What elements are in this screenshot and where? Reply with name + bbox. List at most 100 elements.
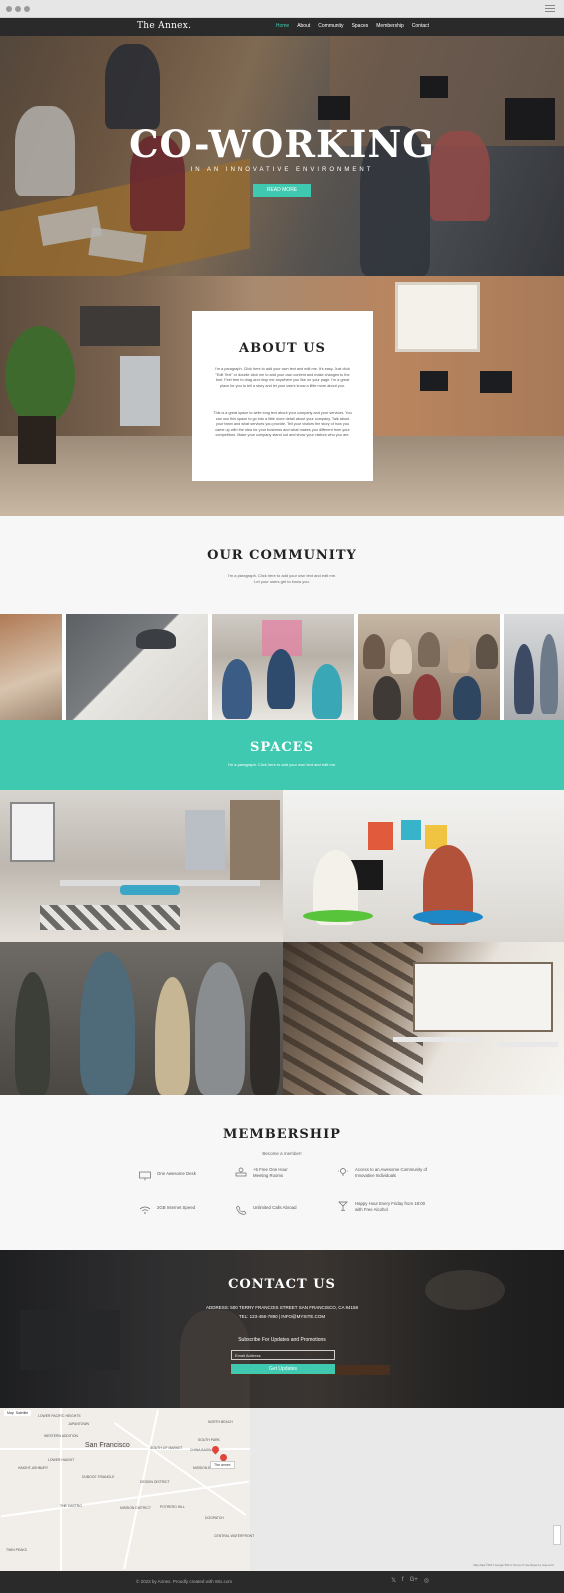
- email-input[interactable]: [231, 1350, 335, 1360]
- feature-text: +5 Free One Hour Meeting Rooms: [253, 1167, 288, 1178]
- map-label: TWIN PEAKS: [6, 1548, 27, 1552]
- spaces-image-open-office[interactable]: [0, 790, 283, 942]
- gallery-image[interactable]: [212, 614, 354, 720]
- about-section: ABOUT US I'm a paragraph. Click here to …: [0, 276, 564, 516]
- membership-feature: Unlimited Calls Abroad: [235, 1205, 296, 1215]
- membership-feature: One Awesome Desk: [139, 1171, 196, 1181]
- contact-overlay: [0, 1250, 564, 1408]
- membership-subtitle: Become a member!: [262, 1151, 302, 1156]
- site-logo[interactable]: The Annex.: [137, 21, 191, 31]
- window-dot-icon[interactable]: [24, 6, 30, 12]
- window-dot-icon[interactable]: [15, 6, 21, 12]
- map-city-label: San Francisco: [85, 1442, 130, 1449]
- map-type-control[interactable]: Map Satellite: [4, 1410, 32, 1416]
- map-label: WESTERN ADDITION: [44, 1434, 78, 1438]
- about-photo-plant: [5, 326, 75, 426]
- map-label: SOUTH PARK: [198, 1438, 220, 1442]
- about-title: ABOUT US: [239, 341, 326, 356]
- map-pin-icon[interactable]: [210, 1444, 221, 1455]
- membership-title: MEMBERSHIP: [223, 1127, 341, 1142]
- map-label: NORTH BEACH: [208, 1420, 233, 1424]
- map-road: [60, 1408, 62, 1571]
- about-paragraph-1: I'm a paragraph. Click here to add your …: [215, 367, 350, 388]
- lightbulb-icon: [338, 1168, 348, 1176]
- about-card: ABOUT US I'm a paragraph. Click here to …: [192, 311, 373, 481]
- map-label: LOWER HAIGHT: [48, 1458, 75, 1462]
- map-label: MISSION DISTRICT: [120, 1506, 151, 1510]
- nav-contact[interactable]: Contact: [412, 23, 429, 29]
- nav-membership[interactable]: Membership: [376, 23, 404, 29]
- get-updates-button[interactable]: Get Updates: [231, 1364, 335, 1374]
- map-label: JAPANTOWN: [68, 1422, 89, 1426]
- menu-icon[interactable]: [545, 5, 555, 13]
- site-header: The Annex. Home About Community Spaces M…: [0, 18, 564, 36]
- community-title: OUR COMMUNITY: [207, 548, 357, 563]
- community-text-line-2: Let your users get to know you.: [254, 579, 310, 584]
- nav-spaces[interactable]: Spaces: [352, 23, 369, 29]
- map-type-satellite[interactable]: Satellite: [16, 1411, 28, 1415]
- map-label: CENTRAL WATERFRONT: [214, 1534, 255, 1538]
- membership-feature: +5 Free One Hour Meeting Rooms: [235, 1167, 288, 1179]
- footer-copyright: © 2023 by Annex. Proudly created with Wi…: [136, 1579, 233, 1584]
- gallery-image[interactable]: [504, 614, 564, 720]
- contact-title: CONTACT US: [228, 1277, 336, 1292]
- spaces-grid: [0, 790, 564, 1095]
- spaces-image-loft[interactable]: [283, 942, 564, 1095]
- feature-text: 2GB Internet Speed: [157, 1205, 195, 1210]
- about-photo-pot: [18, 416, 56, 464]
- map-section[interactable]: Map Satellite LOWER PACIFIC HEIGHTS JAPA…: [0, 1408, 564, 1571]
- spaces-image-creative-desk[interactable]: [283, 790, 564, 942]
- map-zoom-control[interactable]: [553, 1525, 561, 1545]
- nav-about[interactable]: About: [297, 23, 310, 29]
- map-road: [1, 1480, 249, 1518]
- about-paragraph-2: This is a great space to write long text…: [213, 411, 352, 438]
- map-label: SOUTH OF MARKET: [150, 1446, 183, 1450]
- browser-chrome: [0, 0, 564, 18]
- map-type-map[interactable]: Map: [7, 1411, 14, 1415]
- community-gallery: [0, 614, 564, 720]
- map-label: CHINA BASIN: [190, 1448, 212, 1452]
- google-plus-icon[interactable]: G+: [410, 1577, 418, 1584]
- page: The Annex. Home About Community Spaces M…: [0, 0, 564, 1593]
- cocktail-icon: [338, 1201, 348, 1211]
- hero-title: CO-WORKING: [129, 122, 435, 166]
- community-text-line-1: I'm a paragraph. Click here to add your …: [227, 573, 337, 578]
- gallery-image[interactable]: [358, 614, 500, 720]
- window-dot-icon[interactable]: [6, 6, 12, 12]
- community-text: I'm a paragraph. Click here to add your …: [182, 573, 382, 585]
- map-place-tag[interactable]: The annex: [210, 1461, 235, 1469]
- map-label: DOGPATCH: [205, 1516, 224, 1520]
- map-label: THE CASTRO: [60, 1504, 82, 1508]
- instagram-icon[interactable]: ◎: [424, 1577, 429, 1584]
- social-links: 𝕏 f G+ ◎: [391, 1577, 429, 1584]
- twitter-icon[interactable]: 𝕏: [391, 1577, 396, 1584]
- membership-feature: Happy Hour Every Friday from 18:00 with F…: [337, 1201, 425, 1213]
- nav-community[interactable]: Community: [318, 23, 343, 29]
- desk-icon: [139, 1171, 151, 1181]
- about-photo-monitor: [420, 371, 448, 391]
- facebook-icon[interactable]: f: [402, 1577, 404, 1584]
- spaces-title: SPACES: [250, 740, 314, 755]
- map-label: LOWER PACIFIC HEIGHTS: [38, 1414, 81, 1418]
- subscribe-label: Subscribe For Updates and Promotions: [238, 1337, 326, 1343]
- meeting-icon: [235, 1167, 247, 1177]
- nav-home[interactable]: Home: [276, 23, 289, 29]
- feature-text: Unlimited Calls Abroad: [253, 1205, 297, 1210]
- gallery-image[interactable]: [0, 614, 62, 720]
- spaces-image-networking[interactable]: [0, 942, 283, 1095]
- about-photo-fridge: [120, 356, 160, 426]
- main-nav: Home About Community Spaces Membership C…: [276, 23, 429, 29]
- read-more-button[interactable]: READ MORE: [253, 184, 311, 197]
- map-attribution: Map data ©2017 Google 500 m Terms of Use…: [473, 1563, 554, 1567]
- map-label: DESIGN DISTRICT: [140, 1480, 170, 1484]
- feature-text: One Awesome Desk: [157, 1171, 196, 1176]
- contact-phone-email[interactable]: TEL: 123-456-7890 | INFO@MYSITE.COM: [0, 1314, 564, 1319]
- gallery-image[interactable]: [66, 614, 208, 720]
- contact-address: ADDRESS: 500 TERRY FRANCOIS STREET SAN F…: [206, 1305, 358, 1310]
- hero-section: CO-WORKING IN AN INNOVATIVE ENVIRONMENT …: [0, 36, 564, 276]
- about-photo-monitor: [480, 371, 512, 393]
- map-water: [250, 1408, 564, 1571]
- community-section: OUR COMMUNITY I'm a paragraph. Click her…: [0, 516, 564, 614]
- membership-feature: Access to an Awesome Community of Innovat…: [337, 1167, 427, 1179]
- site-footer: © 2023 by Annex. Proudly created with Wi…: [0, 1571, 564, 1593]
